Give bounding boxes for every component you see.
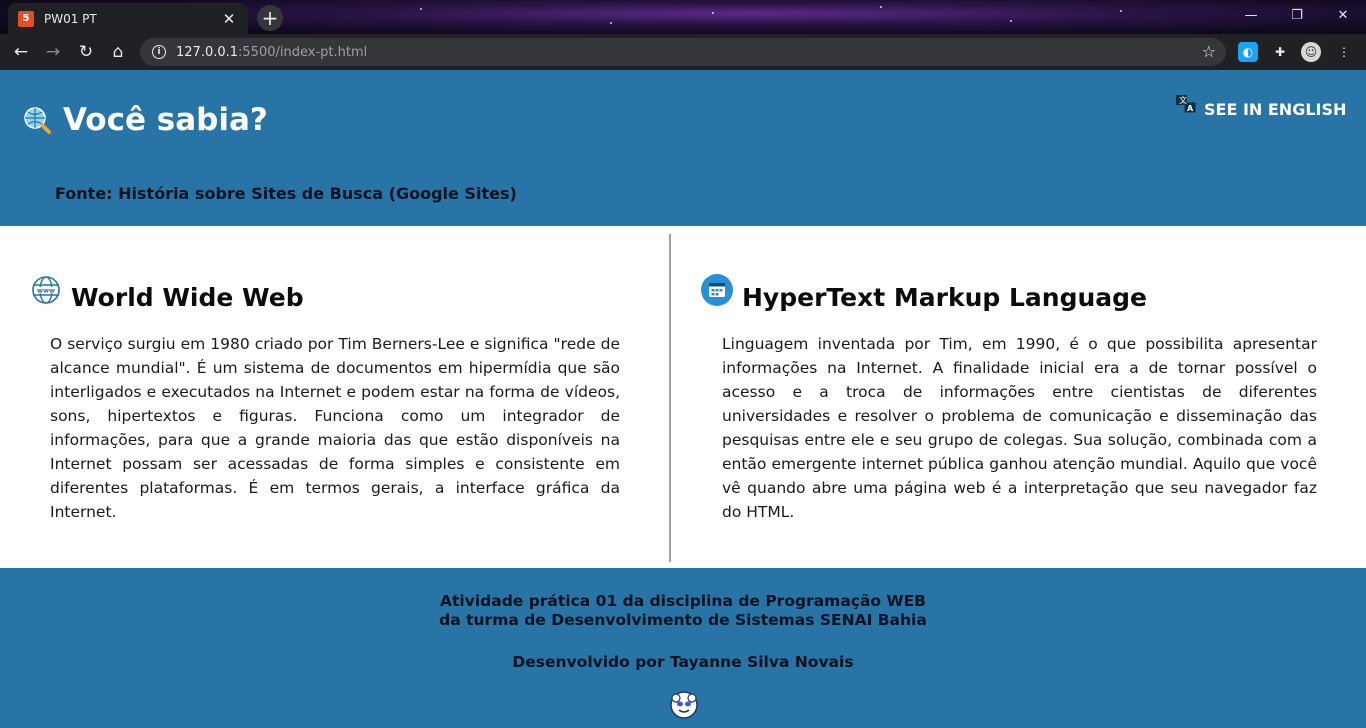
reload-button[interactable]: ↻ bbox=[73, 39, 99, 65]
home-button[interactable]: ⌂ bbox=[105, 39, 131, 65]
footer-credit: Desenvolvido por Tayanne Silva Novais bbox=[512, 653, 854, 671]
arrow-left-icon: ← bbox=[13, 42, 29, 62]
address-bar[interactable]: i 127.0.0.1:5500/index-pt.html ☆ bbox=[140, 38, 1226, 66]
footer-line-2: da turma de Desenvolvimento de Sistemas … bbox=[439, 611, 927, 629]
magnifier-globe-icon bbox=[24, 107, 51, 134]
profile-avatar[interactable]: ☺ bbox=[1301, 42, 1321, 62]
close-icon: ✕ bbox=[1337, 7, 1349, 23]
tab-close-icon[interactable]: ✕ bbox=[220, 10, 238, 28]
info-icon[interactable]: i bbox=[152, 45, 166, 59]
new-tab-button[interactable]: + bbox=[257, 5, 283, 31]
source-line: Fonte: História sobre Sites de Busca (Go… bbox=[55, 184, 517, 203]
smiley-avatar-icon bbox=[670, 691, 698, 719]
close-window-button[interactable]: ✕ bbox=[1320, 0, 1366, 30]
extension-icon[interactable]: ◐ bbox=[1238, 42, 1258, 62]
footer-line-1: Atividade prática 01 da disciplina de Pr… bbox=[440, 592, 926, 610]
background-star bbox=[1120, 10, 1122, 12]
reload-icon: ↻ bbox=[78, 42, 94, 62]
svg-text:文: 文 bbox=[1179, 95, 1187, 105]
section-title: HyperText Markup Language bbox=[742, 283, 1147, 312]
section-text: Linguagem inventada por Tim, em 1990, é … bbox=[722, 335, 1317, 521]
minimize-icon: — bbox=[1244, 7, 1258, 23]
background-star bbox=[1010, 20, 1012, 22]
www-globe-icon: www bbox=[32, 276, 60, 304]
background-star bbox=[880, 6, 882, 8]
source-label: Fonte: bbox=[55, 184, 113, 203]
minimize-button[interactable]: — bbox=[1228, 0, 1274, 30]
section-world-wide-web: www World Wide Web O serviço surgiu em 1… bbox=[0, 226, 669, 568]
home-icon: ⌂ bbox=[112, 42, 124, 62]
restore-button[interactable]: ❐ bbox=[1274, 0, 1320, 30]
forward-button[interactable]: → bbox=[40, 39, 66, 65]
background-star bbox=[610, 22, 612, 24]
back-button[interactable]: ← bbox=[8, 39, 34, 65]
page-header: Você sabia? 文 A SEE IN ENGLISH Fonte: Hi… bbox=[0, 70, 1366, 226]
browser-tab[interactable]: 5 PW01 PT ✕ bbox=[8, 3, 248, 34]
background-star bbox=[712, 12, 714, 14]
svg-text:A: A bbox=[1187, 104, 1194, 113]
url-host: 127.0.0.1 bbox=[176, 44, 239, 60]
restore-icon: ❐ bbox=[1291, 7, 1303, 23]
section-title: World Wide Web bbox=[71, 283, 304, 312]
browser-menu-icon[interactable]: ⋮ bbox=[1334, 42, 1354, 62]
page-title: Você sabia? bbox=[63, 102, 268, 138]
browser-toolbar: ← → ↻ ⌂ i 127.0.0.1:5500/index-pt.html ☆… bbox=[0, 34, 1366, 70]
extensions-puzzle-icon[interactable]: ✚ bbox=[1270, 42, 1290, 62]
section-text: O serviço surgiu em 1980 criado por Tim … bbox=[50, 335, 620, 521]
url-path: :5500/index-pt.html bbox=[238, 44, 368, 60]
tab-title: PW01 PT bbox=[44, 11, 97, 26]
page: Você sabia? 文 A SEE IN ENGLISH Fonte: Hi… bbox=[0, 70, 1366, 728]
arrow-right-icon: → bbox=[45, 42, 61, 62]
page-footer: Atividade prática 01 da disciplina de Pr… bbox=[0, 568, 1366, 728]
html5-icon: 5 bbox=[18, 10, 34, 27]
browser-tab-strip: 5 PW01 PT ✕ + — ❐ ✕ bbox=[0, 0, 1366, 34]
browser-window-icon bbox=[701, 274, 733, 306]
source-link[interactable]: História sobre Sites de Busca (Google Si… bbox=[118, 184, 517, 203]
see-in-english-link[interactable]: SEE IN ENGLISH bbox=[1204, 100, 1346, 119]
section-html: HyperText Markup Language Linguagem inve… bbox=[671, 226, 1366, 568]
svg-text:www: www bbox=[37, 287, 55, 295]
translate-icon[interactable]: 文 A bbox=[1175, 94, 1197, 114]
bookmark-star-icon[interactable]: ☆ bbox=[1202, 42, 1216, 61]
background-star bbox=[420, 8, 422, 10]
